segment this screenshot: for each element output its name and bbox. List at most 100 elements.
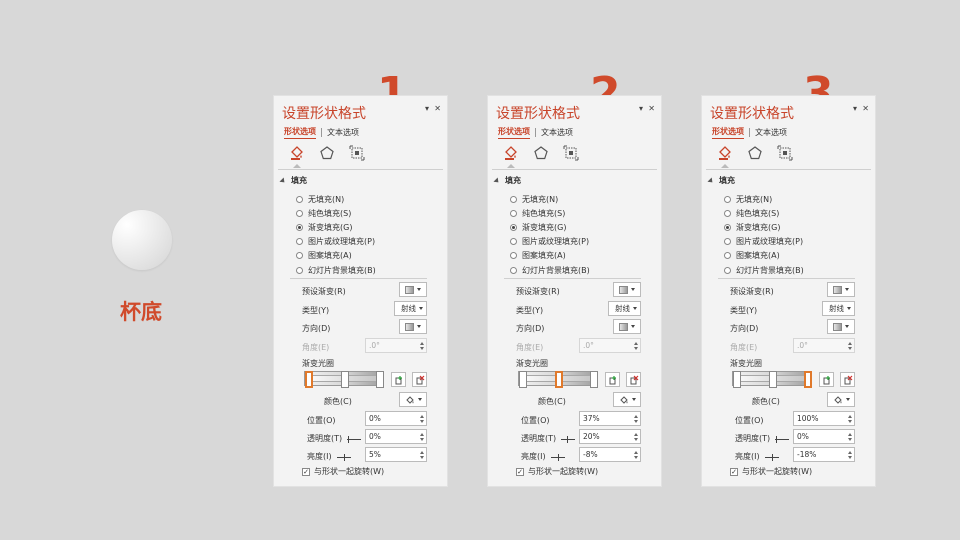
direction-dropdown[interactable]: [399, 319, 427, 334]
type-select[interactable]: 射线: [822, 301, 855, 316]
tab-shape-options[interactable]: 形状选项: [498, 126, 530, 139]
fill-line-icon[interactable]: [716, 144, 734, 168]
size-properties-icon[interactable]: [348, 144, 366, 162]
gradient-stop-handle[interactable]: [519, 371, 527, 388]
fill-option[interactable]: 幻灯片背景填充(B): [296, 263, 376, 277]
radio-button[interactable]: [296, 238, 303, 246]
radio-button[interactable]: [296, 209, 303, 217]
fill-option[interactable]: 渐变填充(G): [296, 220, 376, 234]
fill-option[interactable]: 无填充(N): [510, 192, 590, 206]
fill-option[interactable]: 图片或纹理填充(P): [510, 235, 590, 249]
gradient-stop-handle[interactable]: [341, 371, 349, 388]
remove-gradient-stop-button[interactable]: [626, 372, 641, 387]
fill-section-header[interactable]: 填充: [279, 175, 307, 186]
rotate-with-shape-option[interactable]: ✓ 与形状一起旋转(W): [302, 466, 384, 477]
brightness-spinner[interactable]: 5%: [365, 447, 427, 462]
radio-button[interactable]: [296, 252, 303, 260]
gradient-stops-bar[interactable]: [518, 371, 598, 388]
fill-option[interactable]: 纯色填充(S): [510, 206, 590, 220]
add-gradient-stop-button[interactable]: [819, 372, 834, 387]
fill-option[interactable]: 图片或纹理填充(P): [724, 235, 804, 249]
radio-button[interactable]: [296, 223, 303, 231]
gradient-stops-bar[interactable]: [732, 371, 812, 388]
type-select[interactable]: 射线: [394, 301, 427, 316]
gradient-stop-handle[interactable]: [804, 371, 812, 388]
fill-option[interactable]: 无填充(N): [724, 192, 804, 206]
fill-option[interactable]: 图案填充(A): [510, 249, 590, 263]
radio-button[interactable]: [510, 209, 517, 217]
close-icon[interactable]: ✕: [862, 104, 869, 113]
fill-option[interactable]: 渐变填充(G): [724, 220, 804, 234]
radio-button[interactable]: [510, 195, 517, 203]
fill-section-header[interactable]: 填充: [493, 175, 521, 186]
radio-button[interactable]: [510, 223, 517, 231]
brightness-spinner[interactable]: -8%: [579, 447, 641, 462]
radio-button[interactable]: [724, 252, 731, 260]
rotate-with-shape-option[interactable]: ✓ 与形状一起旋转(W): [730, 466, 812, 477]
fill-option[interactable]: 幻灯片背景填充(B): [510, 263, 590, 277]
position-spinner[interactable]: 100%: [793, 411, 855, 426]
add-gradient-stop-button[interactable]: [391, 372, 406, 387]
pane-options-dropdown-icon[interactable]: ▾: [425, 104, 429, 113]
transparency-spinner[interactable]: 20%: [579, 429, 641, 444]
transparency-slider-icon[interactable]: [775, 435, 790, 443]
radio-button[interactable]: [724, 223, 731, 231]
tab-text-options[interactable]: 文本选项: [327, 127, 359, 138]
rotate-with-shape-option[interactable]: ✓ 与形状一起旋转(W): [516, 466, 598, 477]
transparency-slider-icon[interactable]: [561, 435, 576, 443]
radio-button[interactable]: [724, 209, 731, 217]
remove-gradient-stop-button[interactable]: [412, 372, 427, 387]
pane-options-dropdown-icon[interactable]: ▾: [853, 104, 857, 113]
gradient-stop-handle[interactable]: [733, 371, 741, 388]
transparency-spinner[interactable]: 0%: [365, 429, 427, 444]
color-dropdown[interactable]: [827, 392, 855, 407]
fill-option[interactable]: 纯色填充(S): [296, 206, 376, 220]
fill-option[interactable]: 图案填充(A): [724, 249, 804, 263]
radio-button[interactable]: [510, 252, 517, 260]
gradient-stop-handle[interactable]: [590, 371, 598, 388]
radio-button[interactable]: [510, 266, 517, 274]
brightness-spinner[interactable]: -18%: [793, 447, 855, 462]
fill-option[interactable]: 渐变填充(G): [510, 220, 590, 234]
add-gradient-stop-button[interactable]: [605, 372, 620, 387]
rotate-with-shape-checkbox[interactable]: ✓: [302, 467, 310, 476]
close-icon[interactable]: ✕: [648, 104, 655, 113]
type-select[interactable]: 射线: [608, 301, 641, 316]
brightness-slider-icon[interactable]: [336, 453, 351, 461]
brightness-slider-icon[interactable]: [550, 453, 565, 461]
preset-gradient-dropdown[interactable]: [613, 282, 641, 297]
gradient-stop-handle[interactable]: [555, 371, 563, 388]
tab-text-options[interactable]: 文本选项: [541, 127, 573, 138]
rotate-with-shape-checkbox[interactable]: ✓: [730, 467, 738, 476]
fill-option[interactable]: 无填充(N): [296, 192, 376, 206]
fill-line-icon[interactable]: [502, 144, 520, 168]
fill-option[interactable]: 纯色填充(S): [724, 206, 804, 220]
gradient-stop-handle[interactable]: [305, 371, 313, 388]
radio-button[interactable]: [510, 238, 517, 246]
tab-shape-options[interactable]: 形状选项: [284, 126, 316, 139]
radio-button[interactable]: [296, 195, 303, 203]
gradient-stop-handle[interactable]: [376, 371, 384, 388]
direction-dropdown[interactable]: [613, 319, 641, 334]
effects-pentagon-icon[interactable]: [532, 144, 550, 162]
position-spinner[interactable]: 0%: [365, 411, 427, 426]
preset-gradient-dropdown[interactable]: [827, 282, 855, 297]
brightness-slider-icon[interactable]: [764, 453, 779, 461]
gradient-stop-handle[interactable]: [769, 371, 777, 388]
direction-dropdown[interactable]: [827, 319, 855, 334]
fill-option[interactable]: 幻灯片背景填充(B): [724, 263, 804, 277]
radio-button[interactable]: [724, 195, 731, 203]
remove-gradient-stop-button[interactable]: [840, 372, 855, 387]
fill-option[interactable]: 图案填充(A): [296, 249, 376, 263]
effects-pentagon-icon[interactable]: [318, 144, 336, 162]
effects-pentagon-icon[interactable]: [746, 144, 764, 162]
tab-shape-options[interactable]: 形状选项: [712, 126, 744, 139]
gradient-stops-bar[interactable]: [304, 371, 384, 388]
radio-button[interactable]: [724, 238, 731, 246]
color-dropdown[interactable]: [613, 392, 641, 407]
radio-button[interactable]: [296, 266, 303, 274]
radio-button[interactable]: [724, 266, 731, 274]
fill-option[interactable]: 图片或纹理填充(P): [296, 235, 376, 249]
close-icon[interactable]: ✕: [434, 104, 441, 113]
tab-text-options[interactable]: 文本选项: [755, 127, 787, 138]
